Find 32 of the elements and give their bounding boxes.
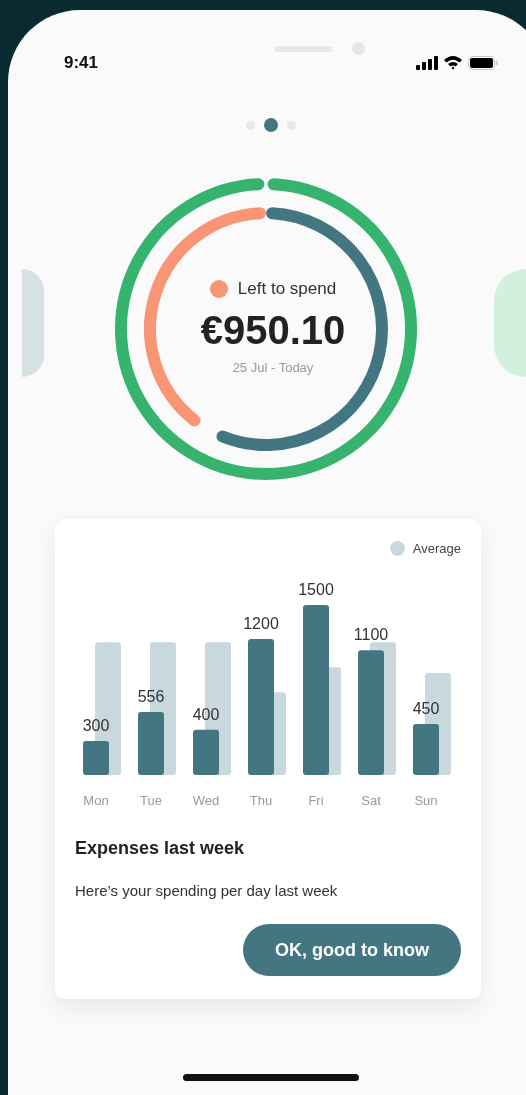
bar-value: 400 (192, 705, 220, 723)
day-label: Wed (192, 792, 220, 808)
legend-label: Average (412, 540, 461, 558)
day-label: Mon (83, 792, 109, 808)
bar-value: 450 (412, 699, 440, 717)
previous-card-edge[interactable] (22, 269, 44, 377)
card-title: Expenses last week (75, 836, 246, 860)
bar-value: 1200 (243, 614, 279, 632)
day-label: Tue (140, 792, 162, 808)
battery-icon (468, 55, 498, 70)
day-label: Thu (249, 792, 273, 808)
expense-bar (193, 729, 219, 775)
bar-value: 300 (82, 716, 110, 734)
wifi-icon (443, 55, 463, 70)
day-label: Sat (361, 792, 381, 808)
signal-icon (416, 55, 438, 70)
period-label: 25 Jul - Today (232, 358, 314, 377)
expense-bar (83, 740, 109, 775)
home-indicator[interactable] (183, 1074, 359, 1081)
next-card-edge[interactable] (494, 269, 526, 377)
bar-value: 556 (137, 687, 165, 705)
day-label: Fri (308, 792, 324, 808)
summary-label: Left to spend (237, 278, 337, 300)
expense-bar (138, 711, 164, 775)
expense-bar (413, 723, 439, 775)
bar-value: 1500 (298, 580, 334, 598)
card-description: Here’s your spending per day last week (75, 880, 339, 901)
ok-button[interactable]: OK, good to know (243, 924, 461, 976)
amount-left: €950.10 (200, 306, 346, 354)
bar-value: 1100 (353, 625, 389, 643)
status-time: 9:41 (64, 51, 100, 74)
day-label: Sun (414, 792, 438, 808)
